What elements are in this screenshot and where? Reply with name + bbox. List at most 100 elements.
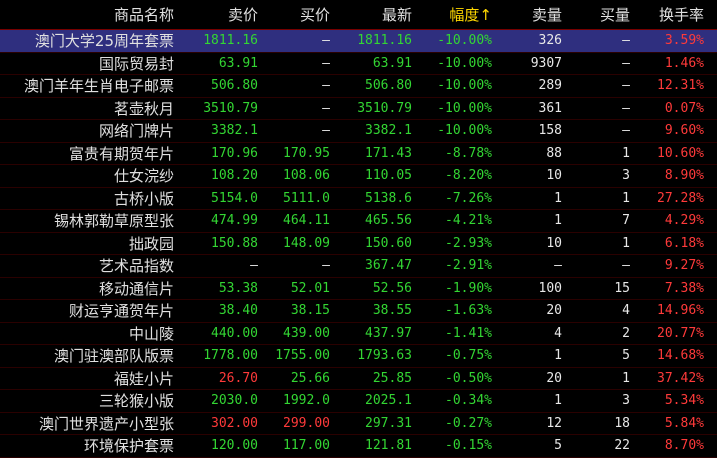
- cell-last-price: 367.47: [365, 258, 412, 274]
- cell-buy-price: 108.06: [283, 168, 330, 184]
- cell-sell-volume: 326: [538, 33, 562, 49]
- cell-change-percent: -2.93%: [445, 235, 492, 251]
- cell-buy-price: 38.15: [290, 303, 330, 319]
- cell-sell-price: 38.40: [218, 303, 258, 319]
- cell-last-price: 3510.79: [357, 100, 412, 116]
- cell-buy-price: 25.66: [290, 370, 330, 386]
- cell-sell-price: 53.38: [218, 280, 258, 296]
- cell-turnover-rate: 12.31%: [657, 78, 704, 94]
- cell-turnover-rate: 1.46%: [664, 55, 704, 71]
- cell-sell-price: 3510.79: [203, 100, 258, 116]
- table-row[interactable]: 国际贸易封 63.91 — 63.91 -10.00% 9307 — 1.46%: [0, 53, 717, 75]
- cell-name: 茗壶秋月: [113, 99, 174, 118]
- cell-change-percent: -2.91%: [445, 258, 492, 274]
- cell-buy-price: 1992.0: [283, 393, 330, 409]
- table-row[interactable]: 澳门驻澳部队版票 1778.00 1755.00 1793.63 -0.75% 1 5 14.…: [0, 345, 717, 368]
- cell-change-percent: -0.75%: [445, 348, 492, 364]
- col-header-change-sorted[interactable]: 幅度↑: [414, 0, 492, 29]
- table-row[interactable]: 移动通信片 53.38 52.01 52.56 -1.90% 100 15 7.38%: [0, 278, 717, 300]
- cell-name: 财运亨通贺年片: [68, 302, 174, 321]
- table-header: 商品名称 卖价 买价 最新 幅度↑ 卖量 买量 换手率: [0, 0, 717, 30]
- cell-sell-volume: 20: [546, 370, 562, 386]
- cell-turnover-rate: 20.77%: [657, 325, 704, 341]
- cell-name: 澳门世界遗产小型张: [38, 414, 174, 433]
- table-row[interactable]: 澳门羊年生肖电子邮票 506.80 — 506.80 -10.00% 289 — 12.31%: [0, 75, 717, 98]
- col-header-sell-volume[interactable]: 卖量: [494, 0, 562, 29]
- col-header-last[interactable]: 最新: [332, 0, 412, 29]
- col-header-name[interactable]: 商品名称: [0, 0, 174, 29]
- cell-sell-price: 26.70: [218, 370, 258, 386]
- table-row[interactable]: 艺术品指数 — — 367.47 -2.91% — — 9.27%: [0, 255, 717, 278]
- cell-buy-volume: 15: [614, 280, 630, 296]
- cell-turnover-rate: 0.07%: [664, 100, 704, 116]
- cell-turnover-rate: 5.84%: [664, 415, 704, 431]
- cell-change-percent: -1.63%: [445, 303, 492, 319]
- cell-buy-price: 52.01: [290, 280, 330, 296]
- col-header-buy[interactable]: 买价: [260, 0, 330, 29]
- cell-change-percent: -10.00%: [437, 55, 492, 71]
- table-row[interactable]: 三轮猴小版 2030.0 1992.0 2025.1 -0.34% 1 3 5.34%: [0, 390, 717, 413]
- cell-buy-price: —: [322, 55, 330, 71]
- table-row[interactable]: 澳门大学25周年套票 1811.16 — 1811.16 -10.00% 326 — 3.59…: [0, 30, 717, 53]
- cell-sell-price: 108.20: [211, 168, 258, 184]
- cell-sell-price: 63.91: [218, 55, 258, 71]
- table-row[interactable]: 财运亨通贺年片 38.40 38.15 38.55 -1.63% 20 4 14.96%: [0, 300, 717, 323]
- cell-sell-volume: 9307: [530, 55, 562, 71]
- cell-last-price: 52.56: [372, 280, 412, 296]
- col-header-buy-volume[interactable]: 买量: [564, 0, 630, 29]
- cell-last-price: 465.56: [365, 213, 412, 229]
- cell-buy-price: —: [322, 123, 330, 139]
- table-row[interactable]: 古桥小版 5154.0 5111.0 5138.6 -7.26% 1 1 27.28%: [0, 188, 717, 210]
- cell-name: 三轮猴小版: [98, 392, 174, 411]
- cell-name: 艺术品指数: [98, 257, 174, 276]
- col-header-turnover[interactable]: 换手率: [632, 0, 704, 29]
- cell-last-price: 5138.6: [365, 190, 412, 206]
- cell-turnover-rate: 14.96%: [657, 303, 704, 319]
- cell-buy-volume: 3: [622, 168, 630, 184]
- cell-turnover-rate: 37.42%: [657, 370, 704, 386]
- cell-name: 澳门大学25周年套票: [34, 32, 174, 51]
- cell-buy-volume: 1: [622, 190, 630, 206]
- cell-last-price: 1793.63: [357, 348, 412, 364]
- cell-sell-volume: 1: [554, 393, 562, 409]
- table-row[interactable]: 拙政园 150.88 148.09 150.60 -2.93% 10 1 6.18%: [0, 233, 717, 255]
- cell-sell-volume: 158: [538, 123, 562, 139]
- cell-name: 富贵有期贺年片: [68, 144, 174, 163]
- cell-turnover-rate: 10.60%: [657, 145, 704, 161]
- col-header-sell[interactable]: 卖价: [176, 0, 258, 29]
- cell-last-price: 2025.1: [365, 393, 412, 409]
- cell-buy-volume: 5: [622, 348, 630, 364]
- cell-sell-price: 5154.0: [211, 190, 258, 206]
- cell-buy-volume: 7: [622, 213, 630, 229]
- cell-sell-price: 120.00: [211, 438, 258, 454]
- cell-change-percent: -10.00%: [437, 100, 492, 116]
- cell-sell-volume: 12: [546, 415, 562, 431]
- cell-change-percent: -0.50%: [445, 370, 492, 386]
- cell-name: 网络门牌片: [98, 122, 174, 141]
- cell-sell-volume: 10: [546, 235, 562, 251]
- cell-name: 澳门驻澳部队版票: [53, 347, 174, 366]
- table-row[interactable]: 环境保护套票 120.00 117.00 121.81 -0.15% 5 22 8.70%: [0, 435, 717, 458]
- cell-sell-volume: 1: [554, 190, 562, 206]
- table-row[interactable]: 富贵有期贺年片 170.96 170.95 171.43 -8.78% 88 1 10.60%: [0, 143, 717, 165]
- cell-last-price: 506.80: [365, 78, 412, 94]
- table-row[interactable]: 仕女浣纱 108.20 108.06 110.05 -8.20% 10 3 8.90%: [0, 165, 717, 188]
- cell-sell-volume: 289: [538, 78, 562, 94]
- cell-buy-volume: —: [622, 258, 630, 274]
- cell-buy-price: 299.00: [283, 415, 330, 431]
- cell-sell-volume: 361: [538, 100, 562, 116]
- table-row[interactable]: 福娃小片 26.70 25.66 25.85 -0.50% 20 1 37.42%: [0, 368, 717, 390]
- cell-name: 环境保护套票: [83, 437, 174, 456]
- cell-change-percent: -10.00%: [437, 78, 492, 94]
- cell-sell-volume: 20: [546, 303, 562, 319]
- cell-buy-price: 464.11: [283, 213, 330, 229]
- cell-sell-price: 1778.00: [203, 348, 258, 364]
- table-row[interactable]: 茗壶秋月 3510.79 — 3510.79 -10.00% 361 — 0.07%: [0, 98, 717, 120]
- table-row[interactable]: 中山陵 440.00 439.00 437.97 -1.41% 4 2 20.77%: [0, 323, 717, 345]
- table-row[interactable]: 网络门牌片 3382.1 — 3382.1 -10.00% 158 — 9.60%: [0, 120, 717, 143]
- cell-change-percent: -10.00%: [437, 33, 492, 49]
- cell-sell-price: 3382.1: [211, 123, 258, 139]
- table-row[interactable]: 锡林郭勒草原型张 474.99 464.11 465.56 -4.21% 1 7 4.29%: [0, 210, 717, 233]
- cell-buy-price: —: [322, 258, 330, 274]
- table-row[interactable]: 澳门世界遗产小型张 302.00 299.00 297.31 -0.27% 12 18 5.8…: [0, 413, 717, 435]
